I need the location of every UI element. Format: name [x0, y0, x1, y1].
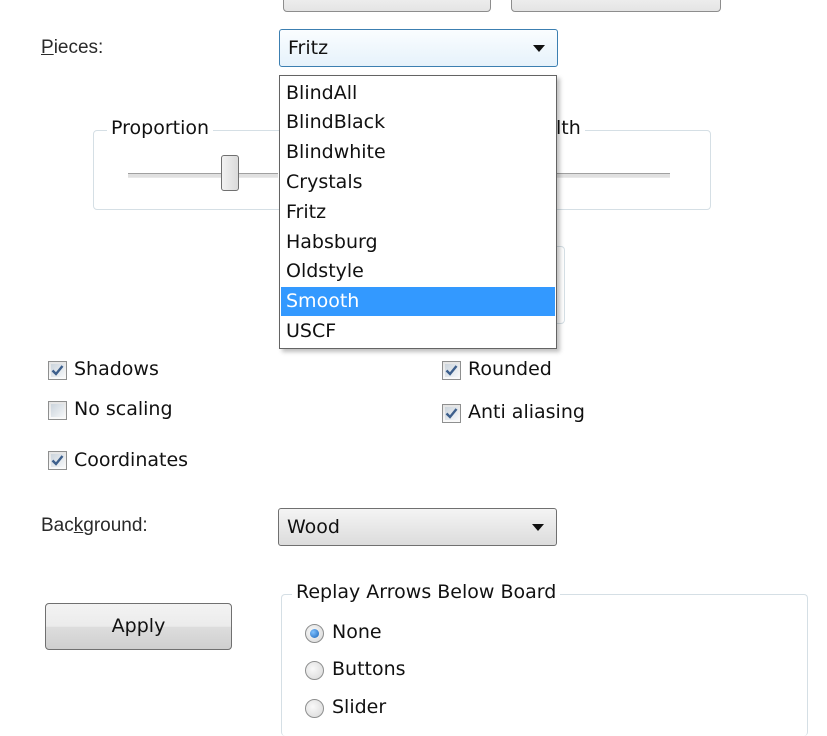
checkmark-icon — [445, 365, 458, 376]
anti-aliasing-checkbox[interactable] — [442, 404, 461, 423]
none-radio-label: None — [332, 621, 382, 643]
anti-aliasing-label: Anti aliasing — [468, 401, 585, 423]
pieces-dropdown-list[interactable]: BlindAll BlindBlack Blindwhite Crystals … — [279, 75, 557, 349]
checkmark-icon — [445, 408, 458, 419]
rounded-label: Rounded — [468, 358, 552, 380]
none-radio[interactable] — [305, 624, 324, 643]
apply-button-label: Apply — [111, 615, 166, 637]
background-selected-value: Wood — [287, 516, 340, 538]
slider-radio[interactable] — [305, 699, 324, 718]
chevron-down-icon[interactable] — [532, 524, 544, 531]
buttons-radio-label: Buttons — [332, 658, 406, 680]
background-label: Background: — [41, 515, 148, 536]
list-item[interactable]: BlindBlack — [281, 108, 555, 137]
checkmark-icon — [51, 365, 64, 376]
buttons-radio[interactable] — [305, 661, 324, 680]
list-item[interactable]: Fritz — [281, 198, 555, 227]
list-item[interactable]: BlindAll — [281, 79, 555, 108]
coordinates-label: Coordinates — [74, 449, 189, 471]
pieces-label: Pieces: — [41, 37, 104, 58]
list-item[interactable]: Blindwhite — [281, 138, 555, 167]
rounded-checkbox[interactable] — [442, 361, 461, 380]
pieces-selected-value: Fritz — [288, 37, 329, 59]
apply-button[interactable]: Apply — [45, 603, 232, 650]
list-item-highlighted[interactable]: Smooth — [281, 287, 555, 316]
width-slider-track[interactable] — [557, 173, 670, 178]
background-dropdown[interactable]: Wood — [278, 508, 557, 546]
checkmark-icon — [51, 455, 64, 466]
pieces-dropdown[interactable]: Fritz — [279, 29, 558, 67]
no-scaling-checkbox[interactable] — [48, 401, 67, 420]
slider-radio-label: Slider — [332, 696, 387, 718]
top-left-button-partial[interactable] — [283, 0, 491, 12]
list-item[interactable]: Oldstyle — [281, 257, 555, 286]
proportion-slider-track[interactable] — [128, 173, 278, 178]
list-item[interactable]: USCF — [281, 317, 555, 346]
list-item[interactable]: Crystals — [281, 168, 555, 197]
list-item[interactable]: Habsburg — [281, 228, 555, 257]
shadows-label: Shadows — [74, 358, 159, 380]
proportion-title: Proportion — [107, 117, 214, 139]
replay-arrows-title: Replay Arrows Below Board — [292, 581, 561, 603]
proportion-slider-thumb[interactable] — [221, 155, 239, 191]
coordinates-checkbox[interactable] — [48, 451, 67, 470]
top-right-button-partial[interactable] — [511, 0, 721, 12]
width-title-fragment: lth — [556, 117, 585, 139]
chevron-down-icon[interactable] — [533, 45, 545, 52]
no-scaling-label: No scaling — [74, 398, 173, 420]
shadows-checkbox[interactable] — [48, 361, 67, 380]
